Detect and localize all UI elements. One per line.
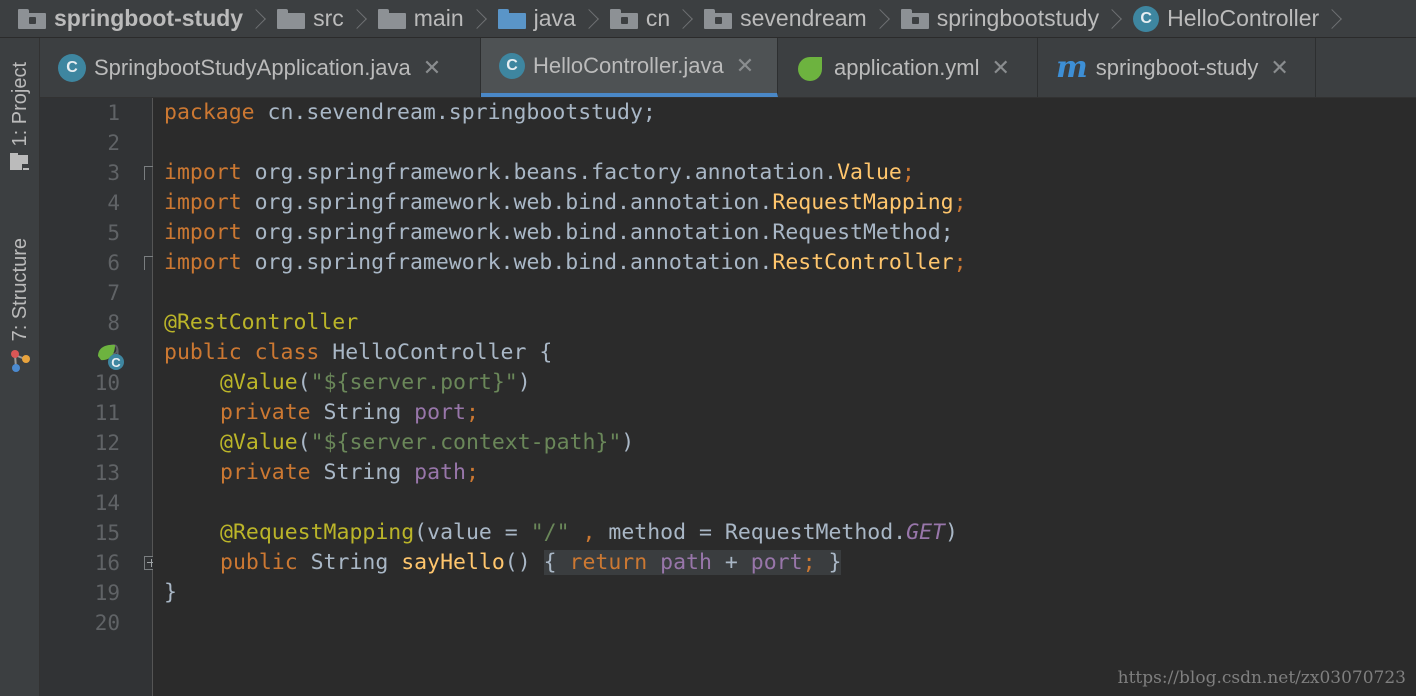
close-icon[interactable]: ✕ [1270, 55, 1288, 81]
code-line: @RestController [164, 310, 359, 335]
project-tool-label: 1: Project [8, 62, 31, 147]
close-icon[interactable]: ✕ [736, 53, 754, 79]
line-number: 14 [94, 491, 120, 515]
module-folder-icon [18, 8, 46, 29]
breadcrumb-item-cn[interactable]: cn [609, 5, 671, 32]
close-icon[interactable]: ✕ [992, 55, 1010, 81]
code-line: } [164, 580, 177, 605]
chevron-right-icon [578, 8, 599, 29]
code-line: private String port; [220, 400, 479, 425]
tab-maven-springboot-study[interactable]: m springboot-study ✕ [1038, 38, 1316, 97]
code-line: private String path; [220, 460, 479, 485]
breadcrumb-label: springbootstudy [936, 5, 1100, 31]
line-number: 15 [94, 521, 120, 545]
maven-icon: m [1056, 50, 1088, 85]
line-number: 13 [94, 461, 120, 485]
code-line: public String sayHello() { return path +… [220, 550, 842, 575]
code-line: @Value("${server.context-path}") [220, 430, 635, 455]
breadcrumb-label: src [313, 5, 344, 31]
gutter-class-letter: C [111, 355, 121, 370]
line-number: 1 [107, 101, 120, 125]
breadcrumb-item-java[interactable]: java [497, 5, 576, 32]
breadcrumb-item-src[interactable]: src [277, 5, 344, 32]
line-number: 7 [107, 281, 120, 305]
code-line: import org.springframework.web.bind.anno… [164, 250, 967, 275]
spring-config-icon [796, 53, 826, 83]
code-line: @RequestMapping(value = "/" , method = R… [220, 520, 958, 545]
line-number: 16 [94, 551, 120, 575]
chevron-right-icon [466, 8, 487, 29]
line-number: 6 [107, 251, 120, 275]
package-icon [900, 8, 929, 29]
chevron-right-icon [869, 8, 890, 29]
line-number: 11 [94, 401, 120, 425]
breadcrumb-label: sevendream [740, 5, 867, 31]
code-line: @Value("${server.port}") [220, 370, 531, 395]
watermark-text: https://blog.csdn.net/zx03070723 [1117, 668, 1406, 688]
breadcrumb-item-main[interactable]: main [377, 5, 464, 32]
breadcrumb-item-module[interactable]: springboot-study [18, 5, 243, 32]
line-number: 12 [94, 431, 120, 455]
spring-bean-gutter-icon[interactable]: C [95, 342, 125, 372]
source-folder-icon [497, 8, 526, 29]
breadcrumb-label: main [413, 5, 464, 31]
tab-springbootstudyapplication[interactable]: C SpringbootStudyApplication.java ✕ [40, 38, 481, 97]
chevron-right-icon [1322, 8, 1343, 29]
package-icon [609, 8, 638, 29]
line-number: 8 [107, 311, 120, 335]
folder-icon [277, 8, 306, 29]
structure-tool-label: 7: Structure [8, 238, 31, 342]
code-line: package cn.sevendream.springbootstudy; [164, 100, 656, 125]
line-number: 4 [107, 191, 120, 215]
breadcrumb-label: springboot-study [54, 5, 244, 31]
collapsed-method-body[interactable]: { return path + port; } [543, 550, 842, 575]
line-number: 20 [94, 611, 120, 635]
editor-gutter[interactable]: 1 2 3 4 5 6 7 8 9 10 11 12 13 14 15 16 1… [40, 98, 153, 696]
breadcrumb-item-sevendream[interactable]: sevendream [704, 5, 867, 32]
tab-label: SpringbootStudyApplication.java [94, 54, 411, 80]
code-line: import org.springframework.beans.factory… [164, 160, 915, 185]
spring-boot-class-icon: C [58, 53, 86, 82]
tab-label: application.yml [834, 54, 980, 80]
structure-icon [11, 350, 30, 373]
class-icon: C [499, 52, 525, 79]
breadcrumb-label: cn [645, 5, 671, 31]
tab-hellocontroller[interactable]: C HelloController.java ✕ [481, 38, 778, 97]
tab-label: springboot-study [1095, 54, 1259, 80]
tab-application-yml[interactable]: application.yml ✕ [778, 38, 1038, 97]
chevron-right-icon [246, 8, 266, 29]
structure-tool-button[interactable]: 7: Structure [2, 238, 38, 375]
code-line: public class HelloController { [164, 340, 553, 365]
tool-window-strip: 1: Project 7: Structure [0, 38, 40, 696]
editor-tab-bar: C SpringbootStudyApplication.java ✕ C He… [40, 38, 1416, 98]
chevron-right-icon [673, 8, 694, 29]
project-folder-icon [10, 153, 30, 173]
breadcrumb-item-springbootstudy[interactable]: springbootstudy [900, 5, 1100, 32]
chevron-right-icon [1102, 8, 1122, 29]
code-line: import org.springframework.web.bind.anno… [164, 220, 954, 245]
code-line: import org.springframework.web.bind.anno… [164, 190, 967, 215]
project-tool-button[interactable]: 1: Project [2, 62, 38, 174]
line-number: 3 [107, 161, 120, 185]
chevron-right-icon [346, 8, 367, 29]
class-icon: C [1133, 5, 1160, 32]
line-number: 2 [107, 131, 120, 155]
line-number: 10 [94, 371, 120, 395]
breadcrumb-label: HelloController [1167, 5, 1320, 31]
breadcrumb-label: java [533, 5, 576, 31]
package-icon [704, 8, 733, 29]
tab-label: HelloController.java [533, 52, 724, 78]
breadcrumb-item-hellocontroller[interactable]: C HelloController [1133, 5, 1319, 32]
folder-icon [377, 8, 406, 29]
close-icon[interactable]: ✕ [423, 55, 441, 81]
line-number: 5 [107, 221, 120, 245]
navigation-breadcrumb: springboot-study src main java cn sevend… [0, 0, 1416, 38]
code-editor[interactable]: package cn.sevendream.springbootstudy; i… [153, 98, 1416, 696]
line-number: 19 [94, 581, 120, 605]
